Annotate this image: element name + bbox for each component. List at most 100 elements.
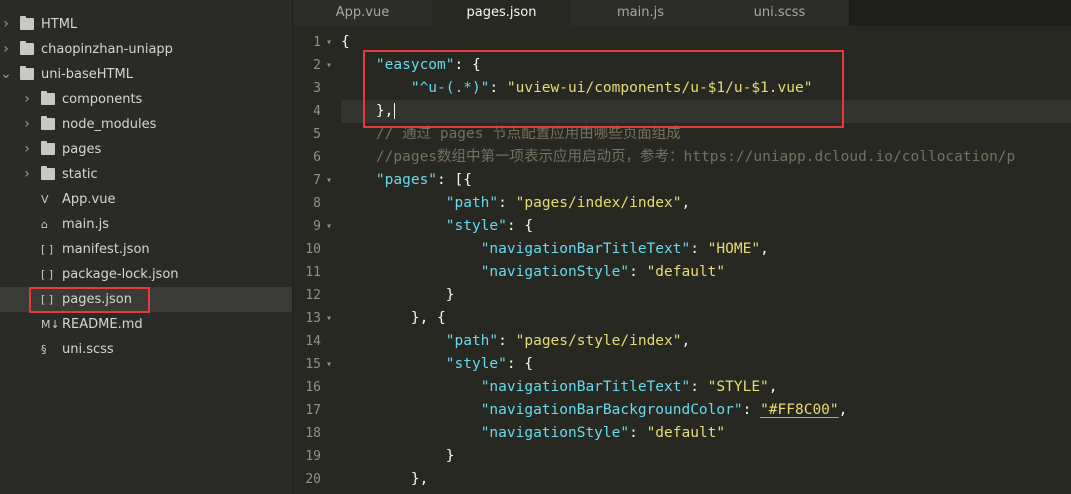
code-line[interactable]: "pages": [{ [341, 169, 472, 192]
code-token: : [629, 425, 647, 441]
tree-item-label: HTML [41, 17, 78, 32]
line-number: 14 [305, 334, 321, 349]
code-token: , [760, 241, 769, 257]
code-line[interactable]: //pages数组中第一项表示应用启动页，参考：https://uniapp.d… [341, 146, 1015, 169]
fold-toggle-icon[interactable]: ▾ [326, 353, 332, 376]
tab-main-js[interactable]: main.js [571, 0, 711, 26]
code-token: : [{ [437, 172, 472, 188]
fold-toggle-icon[interactable]: ▾ [326, 215, 332, 238]
code-token: , [681, 333, 691, 349]
tree-item-label: components [62, 92, 143, 107]
folder-icon [41, 91, 55, 105]
folder-icon [20, 66, 34, 80]
chevron-right-icon[interactable]: › [21, 162, 33, 187]
code-token: "STYLE" [707, 379, 769, 395]
vue-file-icon: V [41, 193, 49, 206]
code-token: : { [506, 218, 534, 234]
tree-item-uni-scss[interactable]: § uni.scss [0, 337, 292, 362]
code-token: : [629, 264, 647, 280]
line-number: 13 [305, 311, 321, 326]
code-line[interactable]: } [341, 445, 455, 468]
code-line[interactable]: "navigationStyle": "default" [341, 261, 725, 284]
code-line[interactable]: }, [341, 468, 428, 491]
code-line[interactable]: "navigationStyle": "default" [341, 422, 725, 445]
tree-item-app-vue[interactable]: V App.vue [0, 187, 292, 212]
fold-toggle-icon[interactable]: ▾ [326, 307, 332, 330]
code-token: : [690, 379, 708, 395]
line-number: 20 [305, 472, 321, 487]
tree-item-node-modules[interactable]: › node_modules [0, 112, 292, 137]
tree-item-manifest-json[interactable]: [ ] manifest.json [0, 237, 292, 262]
tree-item-uni-basehtml[interactable]: ⌄ uni-baseHTML [0, 62, 292, 87]
code-line[interactable]: "style": { [341, 215, 533, 238]
code-line[interactable]: "navigationBarBackgroundColor": "#FF8C00… [341, 399, 848, 422]
code-token: : [498, 333, 516, 349]
chevron-right-icon[interactable]: › [21, 137, 33, 162]
folder-icon [41, 166, 55, 180]
tab-app-vue[interactable]: App.vue [293, 0, 433, 26]
js-file-icon: ⌂ [41, 218, 48, 231]
code-token: , [768, 379, 778, 395]
code-token: "navigationBarTitleText" [480, 379, 691, 395]
code-token: "navigationBarBackgroundColor" [480, 402, 743, 418]
code-line[interactable]: } [341, 284, 455, 307]
tree-item-chaopinzhan-uniapp[interactable]: › chaopinzhan-uniapp [0, 37, 292, 62]
code-token: } [445, 448, 455, 464]
chevron-right-icon[interactable]: › [21, 112, 33, 137]
code-token: "navigationStyle" [480, 425, 630, 441]
tree-item-label: uni-baseHTML [41, 67, 133, 82]
tree-item-label: static [62, 167, 98, 182]
tree-item-components[interactable]: › components [0, 87, 292, 112]
code-line[interactable]: "style": { [341, 353, 533, 376]
tree-item-main-js[interactable]: ⌂ main.js [0, 212, 292, 237]
tree-item-static[interactable]: › static [0, 162, 292, 187]
line-number: 15 [305, 357, 321, 372]
tree-item-label: chaopinzhan-uniapp [41, 42, 173, 57]
code-line[interactable]: "path": "pages/index/index", [341, 192, 690, 215]
highlight-box-selected-file [29, 287, 150, 313]
tree-item-readme-md[interactable]: M↓ README.md [0, 312, 292, 337]
code-line[interactable]: }, { [341, 307, 446, 330]
tree-item-label: README.md [62, 317, 143, 332]
tree-item-package-lock-json[interactable]: [ ] package-lock.json [0, 262, 292, 287]
code-token: "default" [646, 264, 726, 280]
code-line[interactable]: "navigationBarTitleText": "STYLE", [341, 376, 778, 399]
tree-item-label: pages [62, 142, 102, 157]
tab-uni-scss[interactable]: uni.scss [710, 0, 850, 26]
code-editor[interactable]: 1 ▾{2 ▾ "easycom": {3 "^u-(.*)": "uview-ui… [293, 26, 1071, 494]
line-number: 4 [313, 104, 321, 119]
chevron-right-icon[interactable]: › [0, 12, 12, 37]
code-line[interactable]: "path": "pages/style/index", [341, 330, 690, 353]
fold-toggle-icon[interactable]: ▾ [326, 31, 332, 54]
line-number: 2 [313, 58, 321, 73]
fold-toggle-icon[interactable]: ▾ [326, 54, 332, 77]
line-number: 16 [305, 380, 321, 395]
tab-pages-json[interactable]: pages.json [432, 0, 572, 26]
tree-item-html[interactable]: › HTML [0, 12, 292, 37]
tree-item-label: main.js [62, 217, 109, 232]
tree-item-pages[interactable]: › pages [0, 137, 292, 162]
chevron-down-icon[interactable]: ⌄ [0, 62, 12, 87]
code-token: "navigationStyle" [480, 264, 630, 280]
chevron-right-icon[interactable]: › [21, 87, 33, 112]
project-explorer: › HTML › chaopinzhan-uniapp ⌄ uni-baseHTML › co… [0, 0, 293, 494]
code-token: "pages/style/index" [515, 333, 682, 349]
folder-icon [20, 41, 34, 55]
chevron-right-icon[interactable]: › [0, 37, 12, 62]
code-line[interactable]: "navigationBarTitleText": "HOME", [341, 238, 769, 261]
code-token: }, { [410, 310, 446, 326]
code-token: , [838, 402, 848, 418]
line-number: 17 [305, 403, 321, 418]
code-token: "path" [445, 333, 499, 349]
code-line[interactable]: { [341, 31, 350, 54]
fold-toggle-icon[interactable]: ▾ [326, 169, 332, 192]
